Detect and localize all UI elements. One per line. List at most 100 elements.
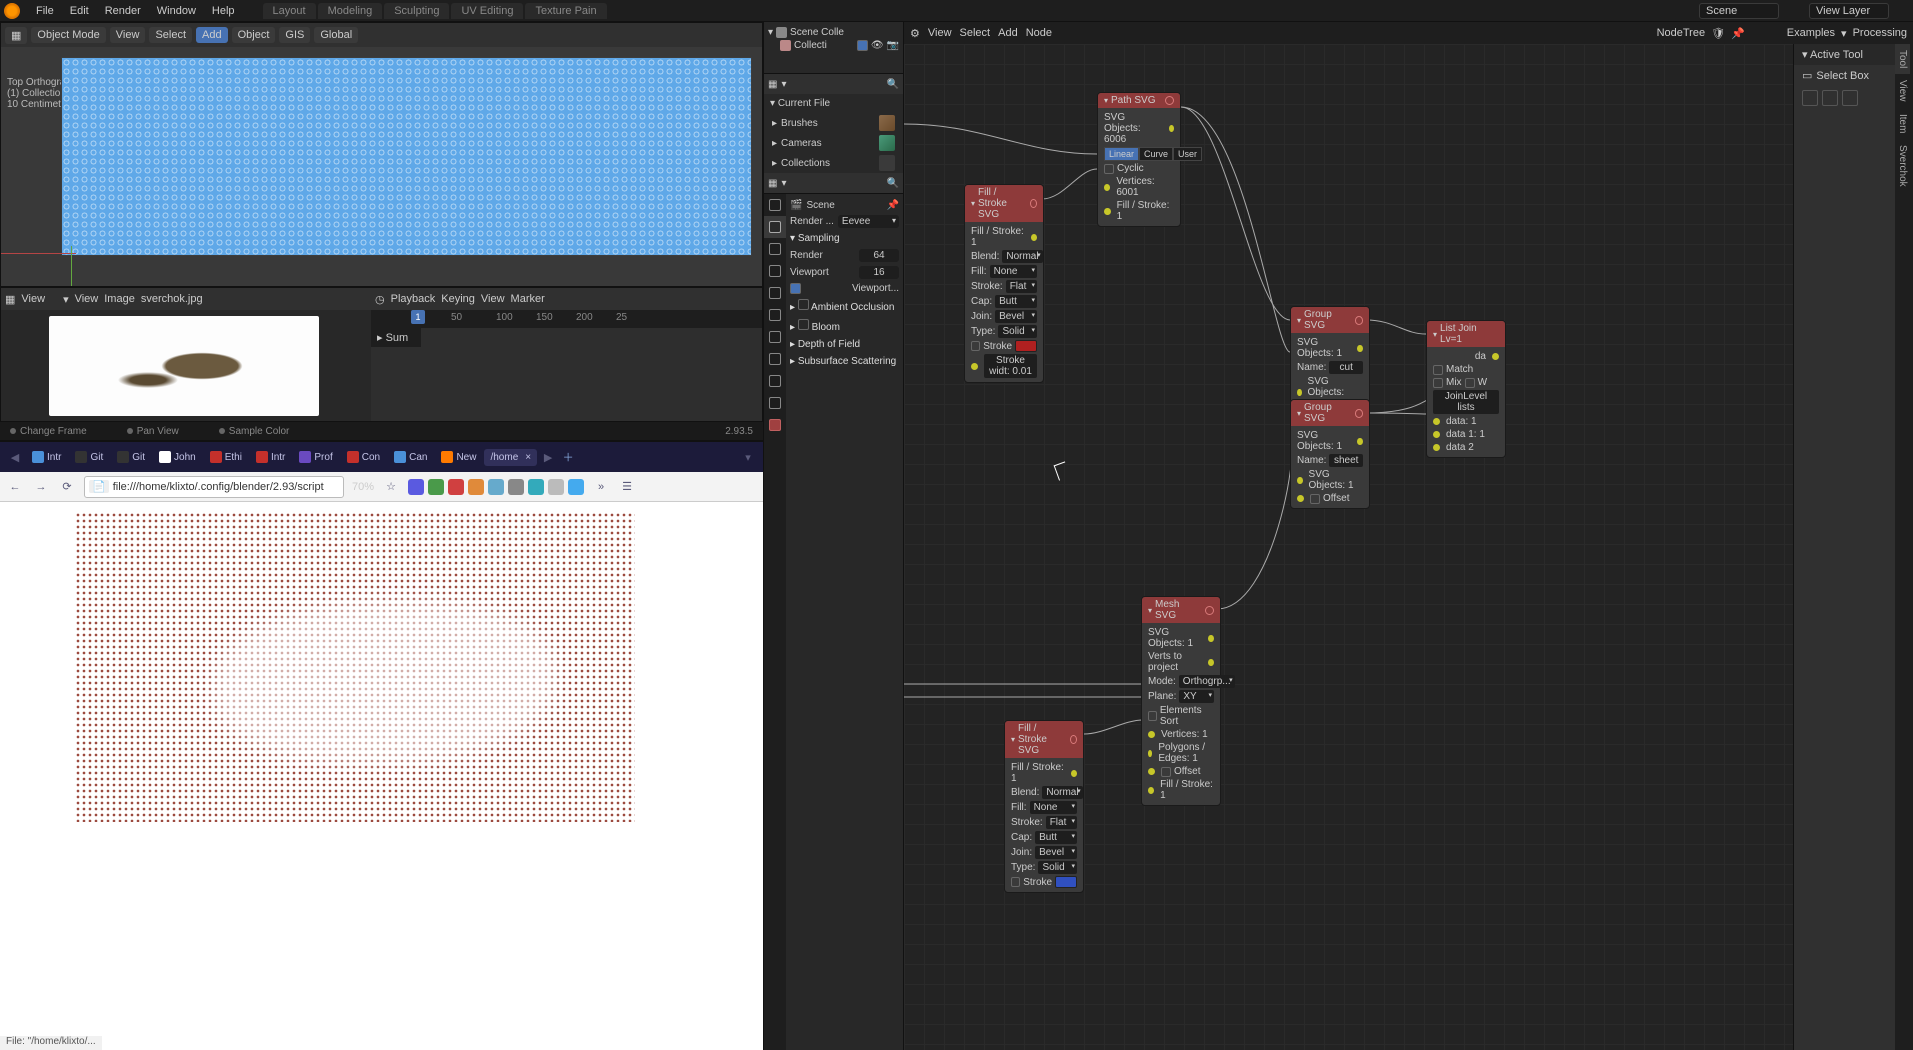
- mode-select[interactable]: Orthogrp...: [1179, 675, 1235, 688]
- cyclic-checkbox[interactable]: [1104, 164, 1114, 174]
- workspace-tab-texture[interactable]: Texture Pain: [525, 3, 606, 19]
- nav-back-icon[interactable]: ←: [6, 478, 24, 496]
- node-editor[interactable]: ⚙ View Select Add Node NodeTree 🛡 📌 Exam…: [903, 22, 1913, 1050]
- workspace-tab-sculpting[interactable]: Sculpting: [384, 3, 449, 19]
- search-icon[interactable]: 🔍: [887, 178, 899, 189]
- np-option-3[interactable]: [1842, 90, 1858, 106]
- sampling-panel[interactable]: ▾ Sampling: [790, 230, 899, 247]
- ext-icon[interactable]: [548, 479, 564, 495]
- prop-tab-physics[interactable]: [764, 392, 786, 414]
- prop-tab-tool[interactable]: [764, 194, 786, 216]
- node-state-icon[interactable]: [1205, 606, 1214, 615]
- np-tab-sverchok[interactable]: Sverchok: [1895, 139, 1910, 193]
- join-select[interactable]: Bevel: [995, 310, 1037, 323]
- join-select[interactable]: Bevel: [1035, 846, 1077, 859]
- render-samples-field[interactable]: 64: [859, 249, 899, 262]
- node-path-svg[interactable]: ▾Path SVG SVG Objects: 6006 LinearCurveU…: [1097, 92, 1181, 227]
- asset-cameras[interactable]: ▸Cameras: [764, 133, 903, 153]
- tl-playback[interactable]: Playback: [391, 293, 436, 305]
- blend-select[interactable]: Normal: [1042, 786, 1082, 799]
- ne-menu-add[interactable]: Add: [998, 27, 1018, 39]
- viewport-3d[interactable]: ▦ Object Mode View Select Add Object GIS…: [0, 22, 763, 287]
- playhead[interactable]: 1: [411, 310, 425, 324]
- node-state-icon[interactable]: [1030, 199, 1037, 208]
- browser-tab[interactable]: Ethi: [204, 448, 248, 466]
- camera-icon[interactable]: 📷: [887, 40, 899, 51]
- ne-menu-view[interactable]: View: [928, 27, 952, 39]
- search-icon[interactable]: 🔍: [887, 79, 899, 90]
- browser-tab[interactable]: Git: [69, 448, 109, 466]
- fill-select[interactable]: None: [990, 265, 1037, 278]
- sss-panel[interactable]: ▸ Subsurface Scattering: [790, 353, 899, 370]
- stroke-select[interactable]: Flat: [1046, 816, 1077, 829]
- tl-marker[interactable]: Marker: [511, 293, 545, 305]
- collection-visible-checkbox[interactable]: [857, 40, 868, 51]
- menu-help[interactable]: Help: [204, 5, 243, 17]
- shield-icon[interactable]: 🛡: [1711, 27, 1725, 40]
- node-state-icon[interactable]: [1070, 735, 1077, 744]
- cap-select[interactable]: Butt: [995, 295, 1037, 308]
- ao-panel[interactable]: ▸ Ambient Occlusion: [790, 296, 899, 316]
- browser-tab[interactable]: Can: [388, 448, 433, 466]
- tabstrip-back-icon[interactable]: ◀: [6, 448, 24, 466]
- prop-tab-scene[interactable]: [764, 282, 786, 304]
- menu-file[interactable]: File: [28, 5, 62, 17]
- plane-select[interactable]: XY: [1179, 690, 1214, 703]
- image-name-field[interactable]: sverchok.jpg: [141, 293, 241, 305]
- overflow-icon[interactable]: »: [592, 478, 610, 496]
- dof-panel[interactable]: ▸ Depth of Field: [790, 336, 899, 353]
- new-tab-button[interactable]: ＋: [559, 448, 577, 466]
- close-icon[interactable]: ×: [525, 452, 531, 463]
- node-state-icon[interactable]: [1165, 96, 1174, 105]
- np-tab-item[interactable]: Item: [1895, 108, 1910, 139]
- curve-mode-toggle[interactable]: LinearCurveUser: [1104, 147, 1202, 161]
- joinlevel-field[interactable]: JoinLevel lists: [1433, 390, 1499, 414]
- menu-window[interactable]: Window: [149, 5, 204, 17]
- mesh-preview[interactable]: [61, 57, 752, 256]
- eye-icon[interactable]: 👁: [871, 40, 884, 51]
- orientation-select[interactable]: Global: [314, 27, 358, 43]
- ie-image-menu[interactable]: Image: [104, 293, 135, 305]
- ext-icon[interactable]: [528, 479, 544, 495]
- np-tab-tool[interactable]: Tool: [1895, 44, 1910, 74]
- browser-tab[interactable]: Git: [111, 448, 151, 466]
- browser-tab-active[interactable]: /home ×: [484, 449, 537, 466]
- node-fill-stroke-1[interactable]: ▾Fill / Stroke SVG Fill / Stroke: 1 Blen…: [964, 184, 1044, 383]
- node-state-icon[interactable]: [1355, 409, 1363, 418]
- ie-view-menu[interactable]: View: [21, 293, 45, 305]
- asset-collections[interactable]: ▸Collections: [764, 153, 903, 173]
- stroke-select[interactable]: Flat: [1006, 280, 1037, 293]
- ext-icon[interactable]: [448, 479, 464, 495]
- ext-icon[interactable]: [568, 479, 584, 495]
- tabstrip-dropdown-icon[interactable]: ▾: [739, 448, 757, 466]
- ne-menu-select[interactable]: Select: [960, 27, 991, 39]
- stroke-color-swatch[interactable]: [1015, 340, 1037, 352]
- asset-section-head[interactable]: ▾ Current File: [764, 94, 903, 113]
- ab-type-icon[interactable]: ▦: [768, 79, 777, 90]
- browser-tab[interactable]: Con: [341, 448, 386, 466]
- vp-menu-view[interactable]: View: [110, 27, 146, 43]
- image-preview[interactable]: [49, 316, 319, 416]
- tl-type-icon[interactable]: ◷: [375, 293, 385, 306]
- browser-tab[interactable]: Intr: [250, 448, 291, 466]
- node-fill-stroke-2[interactable]: ▾Fill / Stroke SVG Fill / Stroke: 1 Blen…: [1004, 720, 1084, 893]
- workspace-tab-layout[interactable]: Layout: [263, 3, 316, 19]
- ne-menu-node[interactable]: Node: [1026, 27, 1052, 39]
- prop-tab-world[interactable]: [764, 304, 786, 326]
- browser-tab[interactable]: Intr: [26, 448, 67, 466]
- stroke-color-swatch[interactable]: [1055, 876, 1077, 888]
- image-editor[interactable]: ▦ View ▾ View Image sverchok.jpg: [1, 288, 371, 421]
- type-select[interactable]: Solid: [1038, 861, 1077, 874]
- tl-keying[interactable]: Keying: [441, 293, 475, 305]
- editor-type-icon[interactable]: ▦: [5, 27, 27, 44]
- viewport-denoise-checkbox[interactable]: [790, 283, 801, 294]
- pin-icon[interactable]: 📌: [1731, 27, 1745, 40]
- tl-view[interactable]: View: [481, 293, 505, 305]
- tabstrip-fwd-icon[interactable]: ▶: [539, 448, 557, 466]
- ext-icon[interactable]: [428, 479, 444, 495]
- zoom-level[interactable]: 70%: [352, 481, 374, 493]
- np-option-2[interactable]: [1822, 90, 1838, 106]
- prop-tab-viewlayer[interactable]: [764, 260, 786, 282]
- ab-type-icon[interactable]: ▦: [768, 178, 777, 189]
- prop-tab-particles[interactable]: [764, 370, 786, 392]
